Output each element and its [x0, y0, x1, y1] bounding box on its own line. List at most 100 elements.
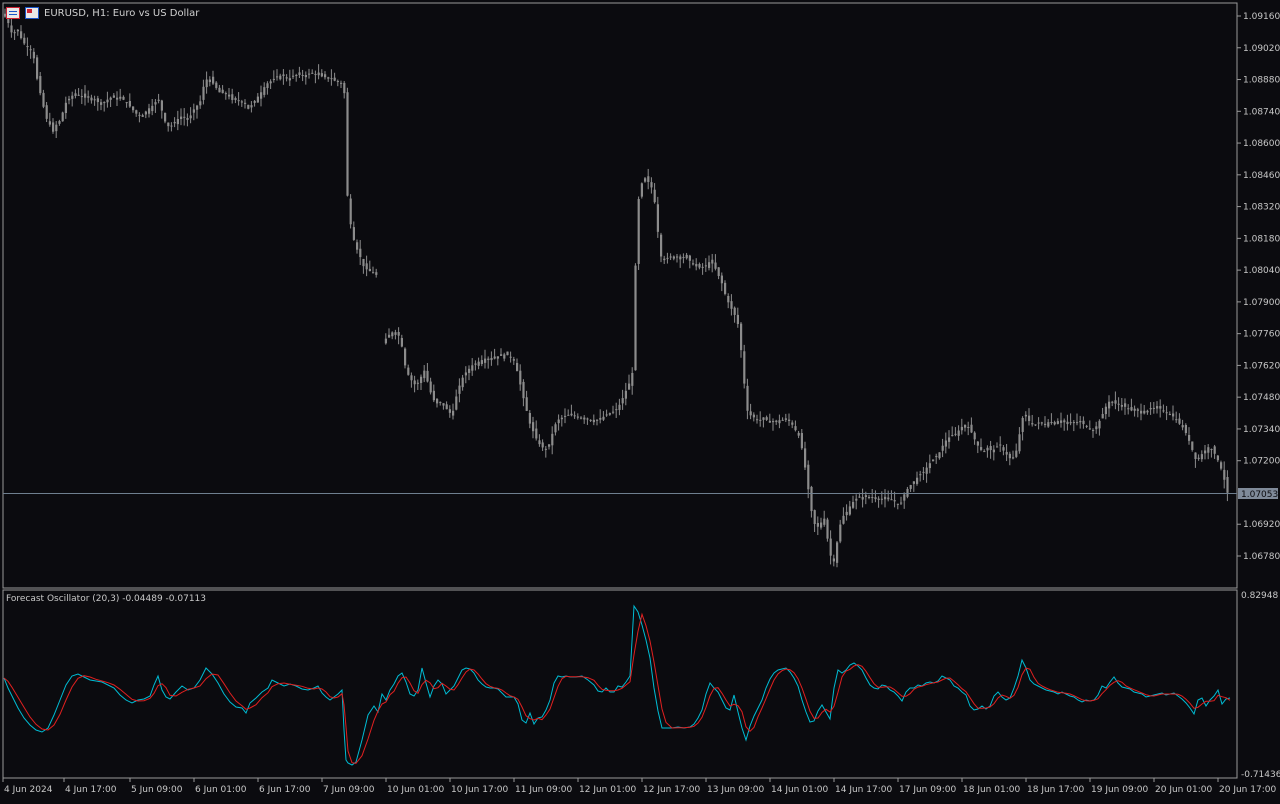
price-tick-label: 1.07620: [1243, 361, 1280, 371]
candle-body: [871, 497, 874, 499]
candle-body: [570, 413, 573, 416]
candle-body: [39, 76, 42, 94]
candle-body: [29, 49, 32, 51]
candle-body: [224, 93, 227, 95]
candle-body: [192, 109, 195, 113]
candle-body: [884, 496, 887, 500]
candle-body: [189, 115, 192, 119]
candle-body: [589, 419, 592, 421]
candle-body: [288, 78, 291, 81]
candle-body: [1197, 457, 1200, 459]
candle-body: [1101, 413, 1104, 419]
candle-body: [426, 370, 429, 382]
time-tick-label: 4 Jun 17:00: [65, 785, 117, 795]
candle-body: [151, 105, 154, 112]
candle-body: [432, 390, 435, 401]
candle-body: [1226, 476, 1229, 493]
candle-body: [256, 96, 259, 103]
candle-body: [320, 73, 323, 77]
candle-body: [448, 409, 451, 413]
time-tick-label: 14 Jun 17:00: [835, 785, 892, 795]
candle-body: [266, 83, 269, 89]
candle-body: [592, 419, 595, 423]
candle-body: [442, 403, 445, 406]
candle-body: [445, 404, 448, 410]
candle-body: [628, 383, 631, 390]
candle-body: [260, 92, 263, 99]
price-tick-label: 1.09160: [1243, 12, 1280, 22]
candle-body: [944, 440, 947, 447]
candle-body: [423, 370, 426, 379]
time-tick-label: 20 Jun 17:00: [1219, 785, 1276, 795]
chart-window[interactable]: 1.09160 1.09020 1.08880 1.08740 1.08600 1.084…: [0, 0, 1280, 800]
candle-body: [890, 499, 893, 501]
candle-body: [285, 77, 288, 79]
candle-body: [1168, 414, 1171, 416]
candle-body: [244, 102, 247, 104]
candle-body: [640, 183, 643, 197]
candle-body: [727, 295, 730, 303]
candle-body: [631, 372, 634, 386]
candle-body: [183, 116, 186, 118]
candle-body: [663, 258, 666, 261]
candle-body: [615, 409, 618, 411]
chart-grid-icon[interactable]: [6, 7, 20, 19]
symbol-flag-icon[interactable]: [25, 7, 39, 19]
candle-body: [1066, 421, 1069, 425]
candle-body: [68, 98, 71, 101]
candle-body: [676, 256, 679, 258]
candle-body: [202, 86, 205, 100]
candle-body: [180, 116, 183, 120]
candle-body: [1117, 403, 1120, 405]
candle-body: [935, 455, 938, 458]
candle-body: [554, 424, 557, 433]
candle-body: [608, 413, 611, 415]
candle-body: [708, 262, 711, 268]
candle-body: [1204, 450, 1207, 454]
candle-body: [314, 74, 317, 76]
candle-body: [685, 254, 688, 259]
candle-body: [1152, 407, 1155, 409]
candle-body: [468, 368, 471, 373]
candle-body: [948, 437, 951, 442]
time-tick-label: 7 Jun 09:00: [323, 785, 375, 795]
candle-body: [311, 72, 314, 74]
candle-body: [1060, 420, 1063, 423]
candle-body: [212, 76, 215, 84]
candle-body: [125, 102, 128, 104]
candle-body: [138, 114, 141, 116]
candle-body: [1063, 420, 1066, 423]
candle-body: [564, 415, 567, 417]
candle-body: [621, 398, 624, 404]
chart-canvas[interactable]: 1.09160 1.09020 1.08880 1.08740 1.08600 1.084…: [0, 0, 1280, 800]
candle-body: [16, 29, 19, 32]
candle-body: [749, 411, 752, 416]
candle-body: [618, 404, 621, 410]
candle-body: [100, 102, 103, 105]
candle-body: [906, 488, 909, 497]
candle-body: [340, 82, 343, 84]
candle-body: [516, 362, 519, 372]
candle-body: [1178, 418, 1181, 424]
candle-body: [765, 417, 768, 420]
candle-body: [1069, 422, 1072, 424]
price-tick-label: 1.06920: [1243, 520, 1280, 530]
candle-body: [813, 510, 816, 525]
candle-body: [240, 101, 243, 103]
candle-body: [480, 360, 483, 364]
candle-body: [845, 511, 848, 516]
candle-body: [388, 334, 391, 338]
candle-body: [788, 419, 791, 421]
candle-body: [829, 538, 832, 556]
candle-body: [864, 495, 867, 498]
candle-body: [951, 435, 954, 437]
candle-body: [55, 124, 58, 132]
candle-body: [644, 178, 647, 182]
candle-body: [1076, 422, 1079, 424]
candle-body: [1002, 447, 1005, 451]
time-tick-label: 12 Jun 01:00: [579, 785, 636, 795]
candle-body: [112, 95, 115, 98]
candle-body: [1037, 422, 1040, 424]
candle-body: [455, 396, 458, 410]
candle-body: [960, 426, 963, 431]
